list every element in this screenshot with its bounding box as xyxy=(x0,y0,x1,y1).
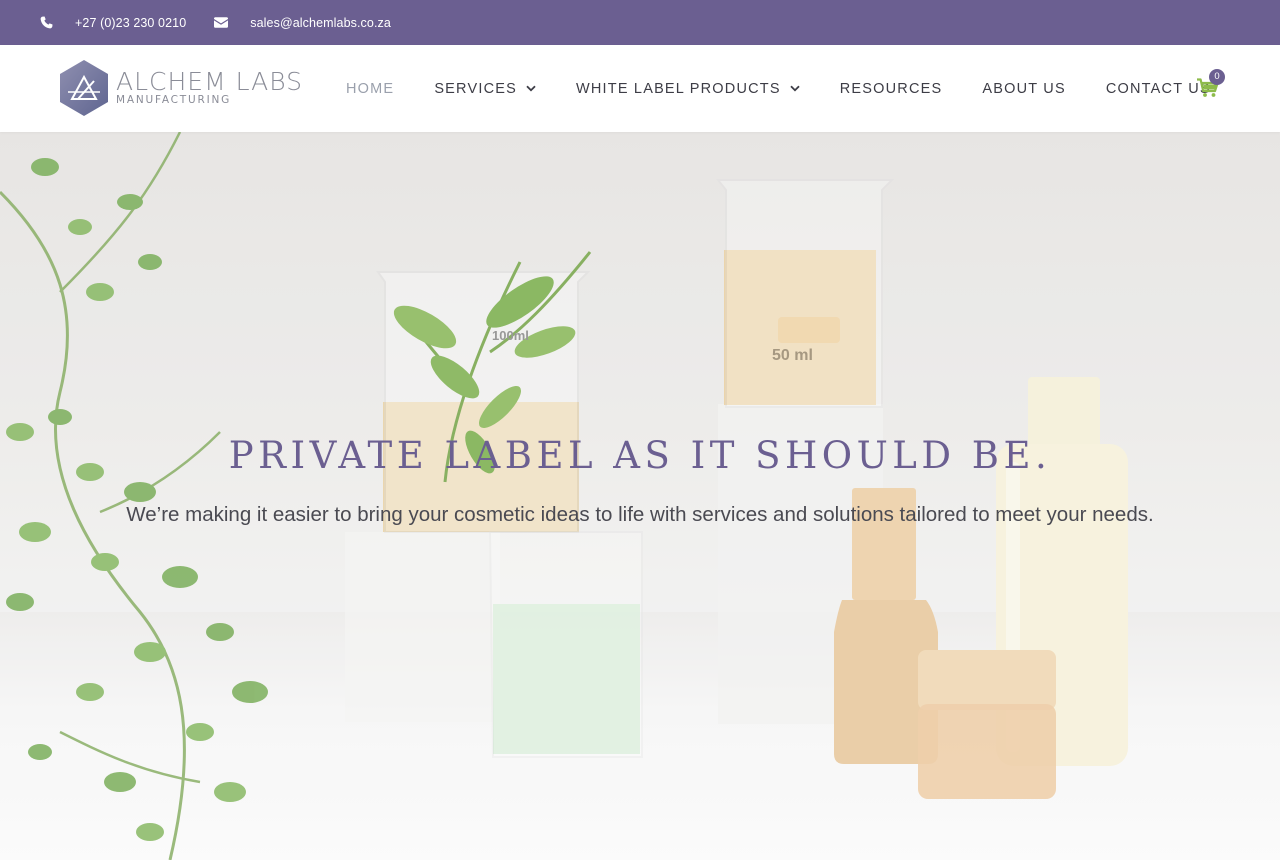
site-header: ALCHEM LABS MANUFACTURING HOME SERVICES … xyxy=(0,45,1280,132)
hero-title: PRIVATE LABEL AS IT SHOULD BE. xyxy=(228,434,1052,477)
hero-section: 100ml 50 ml PRIVATE LABEL AS IT SHOULD B… xyxy=(0,132,1280,860)
logo-brand-text: ALCHEM LABS xyxy=(116,66,304,96)
email-address[interactable]: sales@alchemlabs.co.za xyxy=(250,16,391,30)
envelope-icon xyxy=(214,17,229,28)
logo-tagline: MANUFACTURING xyxy=(116,93,232,106)
phone-contact[interactable]: +27 (0)23 230 0210 xyxy=(40,16,186,30)
nav-item-contact-us[interactable]: CONTACT US xyxy=(1106,81,1211,97)
top-contact-bar: +27 (0)23 230 0210 sales@alchemlabs.co.z… xyxy=(0,0,1280,45)
nav-item-white-label-products[interactable]: WHITE LABEL PRODUCTS xyxy=(576,81,800,97)
hero-subtitle: We’re making it easier to bring your cos… xyxy=(126,503,1154,526)
nav-item-about-us[interactable]: ABOUT US xyxy=(982,81,1065,97)
nav-item-home[interactable]: HOME xyxy=(346,81,394,97)
cart-button[interactable]: 0 xyxy=(1197,69,1225,102)
phone-icon xyxy=(40,16,53,29)
chevron-down-icon[interactable] xyxy=(526,85,536,92)
logo-hexagon-icon xyxy=(60,60,108,116)
chevron-down-icon[interactable] xyxy=(790,85,800,92)
nav-item-services[interactable]: SERVICES xyxy=(434,81,536,97)
email-contact[interactable]: sales@alchemlabs.co.za xyxy=(214,16,391,30)
nav-item-resources[interactable]: RESOURCES xyxy=(840,81,943,97)
cart-count-badge: 0 xyxy=(1209,69,1225,85)
phone-number[interactable]: +27 (0)23 230 0210 xyxy=(75,16,186,30)
main-navigation: HOME SERVICES WHITE LABEL PRODUCTS RESOU… xyxy=(346,45,1211,132)
site-logo[interactable]: ALCHEM LABS MANUFACTURING xyxy=(58,59,303,117)
